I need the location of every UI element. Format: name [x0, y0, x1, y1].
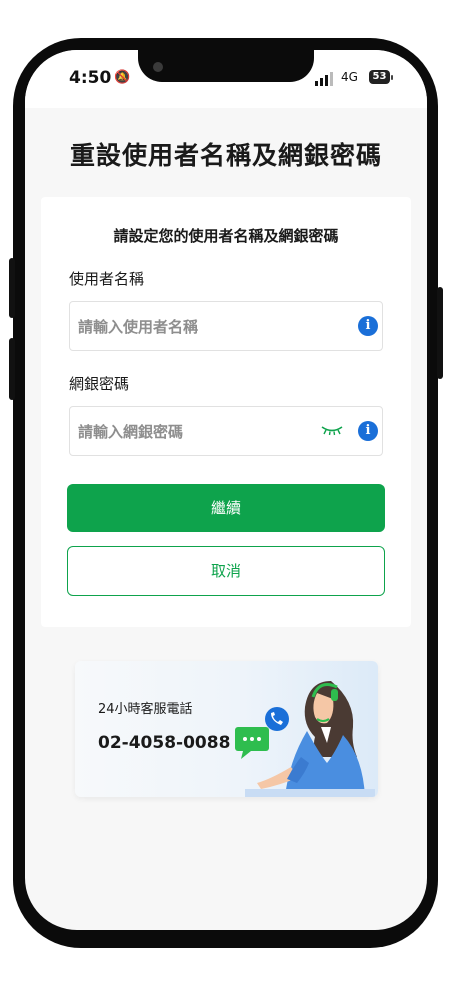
battery-icon: 53	[369, 70, 390, 84]
page-title: 重設使用者名稱及網銀密碼	[69, 141, 382, 170]
username-placeholder: 請輸入使用者名稱	[78, 318, 199, 336]
volume-down-button	[9, 338, 15, 400]
volume-up-button	[9, 258, 15, 318]
network-type: 4G	[341, 70, 358, 84]
password-input[interactable]: 請輸入網銀密碼 i	[69, 406, 383, 456]
battery-tip	[391, 75, 393, 80]
customer-service-agent-icon	[235, 681, 375, 797]
eye-closed-icon[interactable]	[320, 423, 344, 437]
notch	[138, 50, 314, 82]
cancel-button[interactable]: 取消	[67, 546, 385, 596]
support-banner[interactable]: 24小時客服電話 02-4058-0088	[75, 661, 378, 797]
password-info-icon[interactable]: i	[358, 421, 378, 441]
password-label: 網銀密碼	[69, 375, 130, 393]
support-phone-number[interactable]: 02-4058-0088	[98, 733, 230, 753]
username-input[interactable]: 請輸入使用者名稱 i	[69, 301, 383, 351]
form-heading: 請設定您的使用者名稱及網銀密碼	[113, 227, 339, 245]
form-card: 請設定您的使用者名稱及網銀密碼 使用者名稱 請輸入使用者名稱 i 網銀密碼 請輸…	[41, 197, 411, 627]
screen: 4:50 🔕 4G 53 重設使用者名稱及網銀密碼 請設定您的使用者名稱及網銀密…	[25, 50, 427, 930]
camera	[153, 62, 163, 72]
continue-button[interactable]: 繼續	[67, 484, 385, 532]
power-button	[437, 287, 443, 379]
support-label: 24小時客服電話	[98, 702, 193, 717]
username-info-icon[interactable]: i	[358, 316, 378, 336]
username-label: 使用者名稱	[69, 270, 145, 288]
password-placeholder: 請輸入網銀密碼	[78, 423, 184, 441]
status-time: 4:50	[69, 68, 112, 88]
mute-bell-icon: 🔕	[114, 70, 131, 85]
